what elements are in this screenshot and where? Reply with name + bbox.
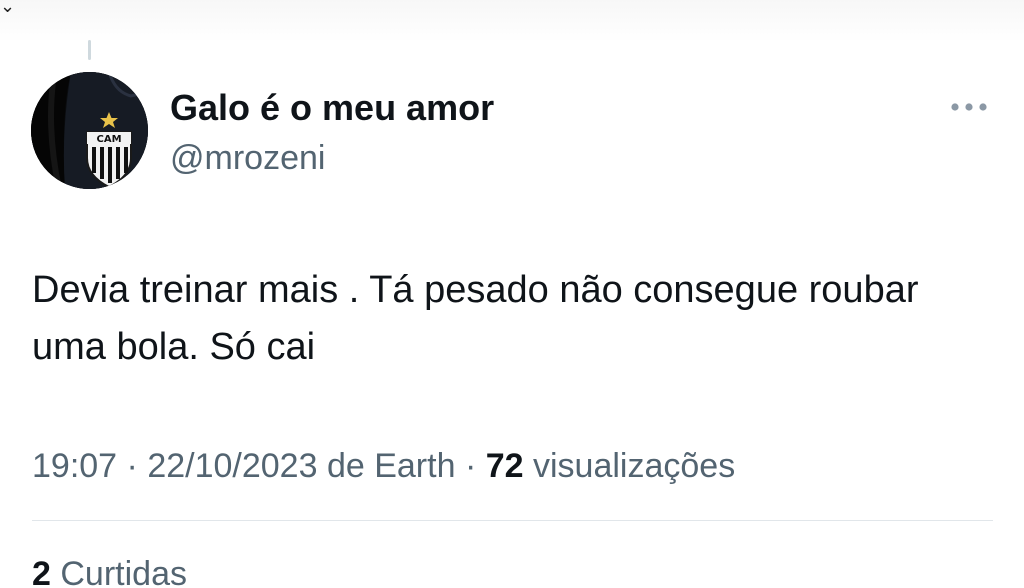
tweet-text: Devia treinar mais . Tá pesado não conse…: [32, 269, 919, 368]
tweet-time[interactable]: 19:07: [32, 447, 117, 485]
tweet-date[interactable]: 22/10/2023: [147, 447, 317, 485]
avatar-badge-text: CAM: [96, 134, 121, 145]
tweet-detail-page: ⌄ CAM Galo é o meu amor @mrozeni Devia t…: [0, 0, 1024, 588]
author-handle[interactable]: @mrozeni: [170, 136, 494, 180]
more-horizontal-icon: [951, 103, 987, 111]
author-info[interactable]: Galo é o meu amor @mrozeni: [170, 86, 494, 180]
chevron-icon[interactable]: ⌄: [0, 0, 15, 17]
author-display-name[interactable]: Galo é o meu amor: [170, 86, 494, 130]
meta-separator: ·: [464, 447, 477, 485]
likes-count[interactable]: 2: [32, 555, 51, 588]
top-bar: ⌄: [0, 0, 1024, 42]
tweet-source: de Earth: [326, 447, 456, 485]
thread-connector-line: [88, 40, 91, 60]
tweet-meta: 19:07 · 22/10/2023 de Earth · 72 visuali…: [32, 444, 735, 488]
likes-stat[interactable]: 2 Curtidas: [32, 552, 187, 588]
more-options-button[interactable]: [945, 92, 995, 122]
avatar[interactable]: CAM: [31, 72, 148, 189]
meta-separator: ·: [126, 447, 138, 485]
views-count[interactable]: 72: [486, 447, 524, 485]
likes-label[interactable]: Curtidas: [60, 555, 187, 588]
views-label[interactable]: visualizações: [533, 447, 735, 485]
divider: [32, 520, 993, 521]
